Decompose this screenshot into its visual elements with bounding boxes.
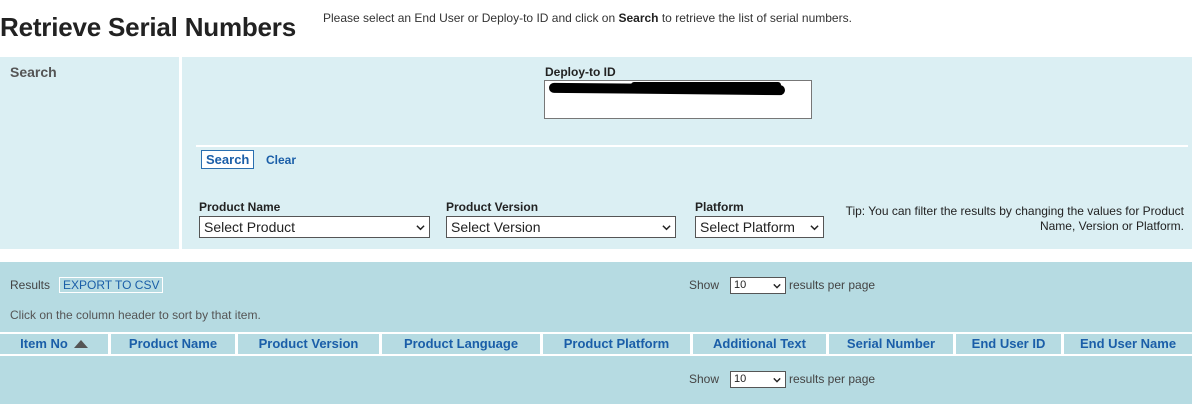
search-button[interactable]: Search — [201, 150, 255, 169]
column-header-product-language[interactable]: Product Language — [382, 334, 540, 354]
sort-ascending-icon — [73, 339, 88, 348]
per-page-value: 10 — [734, 279, 747, 291]
column-header-serial-number[interactable]: Serial Number — [829, 334, 953, 354]
platform-label: Platform — [695, 200, 744, 214]
results-per-page-select-bottom[interactable]: 10 — [730, 371, 786, 388]
column-header-product-platform[interactable]: Product Platform — [543, 334, 690, 354]
clear-link[interactable]: Clear — [266, 153, 296, 167]
chevron-down-icon — [773, 283, 781, 289]
product-version-select[interactable]: Select Version — [446, 216, 676, 238]
instruction-bold: Search — [618, 11, 659, 25]
deploy-to-id-input[interactable] — [544, 80, 812, 119]
show-label-bottom: Show — [689, 372, 720, 386]
product-name-select[interactable]: Select Product — [199, 216, 430, 238]
chevron-down-icon — [662, 225, 671, 231]
divider — [196, 145, 1188, 147]
instruction-text: Please select an End User or Deploy-to I… — [323, 11, 619, 25]
per-page-suffix: results per page — [789, 278, 876, 292]
filter-tip: Tip: You can filter the results by chang… — [845, 204, 1184, 233]
search-section-label: Search — [10, 64, 57, 80]
per-page-value: 10 — [734, 373, 747, 385]
product-name-label: Product Name — [199, 200, 281, 214]
product-name-selected: Select Product — [204, 219, 296, 235]
deploy-to-id-label: Deploy-to ID — [545, 65, 616, 79]
column-header-item-no[interactable]: Item No — [0, 334, 108, 354]
sort-hint: Click on the column header to sort by th… — [10, 308, 261, 322]
column-header-end-user-name[interactable]: End User Name — [1064, 334, 1192, 354]
column-header-additional-text[interactable]: Additional Text — [693, 334, 826, 354]
results-per-page-select[interactable]: 10 — [730, 277, 786, 294]
export-csv-button[interactable]: EXPORT TO CSV — [59, 277, 164, 293]
column-header-product-version[interactable]: Product Version — [238, 334, 379, 354]
results-panel: Results EXPORT TO CSV Show 10 results pe… — [0, 262, 1192, 404]
redaction-mark — [631, 82, 781, 88]
column-header-product-name[interactable]: Product Name — [111, 334, 235, 354]
chevron-down-icon — [416, 225, 425, 231]
search-section-header: Search — [0, 57, 179, 249]
chevron-down-icon — [773, 377, 781, 383]
search-panel: Search Deploy-to ID Search Clear Product… — [0, 57, 1192, 249]
results-label: Results — [10, 278, 51, 292]
platform-select[interactable]: Select Platform — [695, 216, 824, 238]
instructions: Please select an End User or Deploy-to I… — [323, 11, 852, 25]
page-title: Retrieve Serial Numbers — [0, 12, 296, 42]
product-version-selected: Select Version — [451, 219, 541, 235]
column-header-end-user-id[interactable]: End User ID — [956, 334, 1061, 354]
instruction-text-end: to retrieve the list of serial numbers. — [658, 11, 852, 25]
show-label: Show — [689, 278, 720, 292]
chevron-down-icon — [810, 225, 819, 231]
table-header: Item No Product Name Product Version Pro… — [0, 332, 1192, 356]
per-page-suffix-bottom: results per page — [789, 372, 876, 386]
platform-selected: Select Platform — [700, 219, 795, 235]
divider — [179, 57, 182, 249]
column-header-label: Item No — [20, 336, 68, 351]
product-version-label: Product Version — [446, 200, 539, 214]
